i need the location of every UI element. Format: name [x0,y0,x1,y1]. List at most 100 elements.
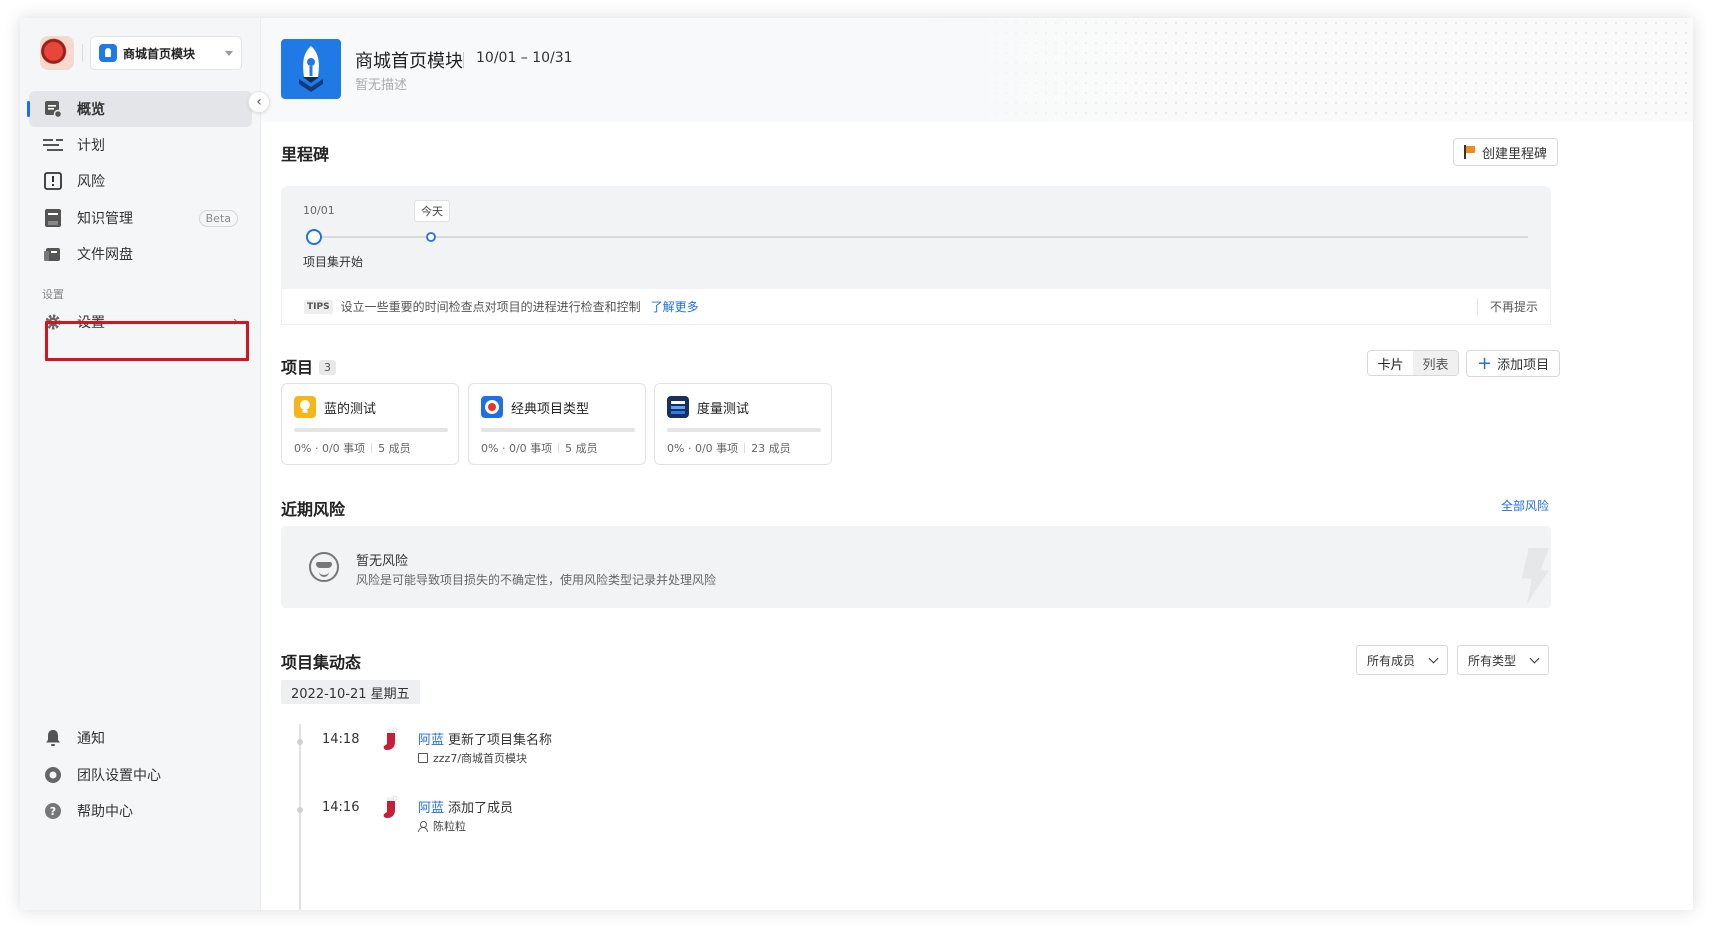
projects-title-text: 项目 [281,358,314,377]
caret-down-icon [225,50,233,56]
tips-text: 设立一些重要的时间检查点对项目的进程进行检查和控制 [340,300,641,314]
page-title: 商城首页模块 [355,51,463,72]
milestone-tips: TIPS 设立一些重要的时间检查点对项目的进程进行检查和控制 了解更多 不再提示 [281,289,1551,325]
today-marker: 今天 [414,200,450,222]
activity-detail: 陈粒粒 [418,818,466,834]
project-name: 度量测试 [697,402,750,417]
detail-text: zzz7/商城首页模块 [433,752,528,765]
app-window: 商城首页模块 概览 计划 风险 知识管理 Beta 文件网盘 设置 设置 → 通… [20,18,1693,910]
user-icon [418,821,428,832]
activity-action: 更新了项目集名称 [448,733,553,748]
projects-count-badge: 3 [319,360,337,375]
activity-title: 项目集动态 [281,653,362,672]
svg-text:?: ? [50,805,56,818]
flag-icon [1464,145,1476,159]
add-project-button[interactable]: + 添加项目 [1466,350,1561,377]
dropdown-label: 所有成员 [1367,653,1416,668]
divider [82,44,83,62]
sunglasses-face-icon [309,552,339,582]
nav-label: 计划 [77,138,105,154]
activity-date: 2022-10-21 星期五 [281,680,420,704]
rocket-icon [299,46,323,92]
workspace-selector[interactable]: 商城首页模块 [90,36,242,70]
activity-time: 14:16 [322,800,360,815]
plan-icon [43,135,63,155]
activity-entry: 14:16 阿蓝 添加了成员 陈粒粒 [281,795,881,837]
nav-item-plan[interactable]: 计划 [29,127,252,163]
nav-label: 设置 [77,315,105,331]
types-filter-dropdown[interactable]: 所有类型 [1457,645,1549,675]
milestone-timeline: 10/01 今天 项目集开始 [281,186,1551,289]
tips-badge: TIPS [304,299,333,314]
nav-item-files[interactable]: 文件网盘 [29,236,252,272]
nav-item-overview[interactable]: 概览 [27,91,252,127]
all-risks-link[interactable]: 全部风险 [1501,497,1549,514]
sidebar: 商城首页模块 概览 计划 风险 知识管理 Beta 文件网盘 设置 设置 → 通… [20,18,261,910]
activity-action: 添加了成员 [448,801,514,816]
divider [463,52,464,68]
project-card[interactable]: 蓝的测试 0% · 0/0 事项 5 成员 [281,383,459,465]
nav-label: 风险 [77,174,105,190]
stocking-avatar-icon[interactable] [381,795,401,821]
members-filter-dropdown[interactable]: 所有成员 [1356,645,1448,675]
members-text: 5 成员 [378,442,411,455]
collapse-sidebar-button[interactable]: ‹ [248,91,270,113]
date-range: 10/01 – 10/31 [476,50,573,66]
view-list-tab[interactable]: 列表 [1413,351,1458,375]
lightning-icon [1521,548,1549,604]
activity-detail: zzz7/商城首页模块 [418,750,527,766]
nav-item-risk[interactable]: 风险 [29,163,252,199]
progress-bar [481,428,635,432]
page-description[interactable]: 暂无描述 [355,74,407,93]
detail-text: 陈粒粒 [433,820,466,833]
user-link[interactable]: 阿蓝 [418,729,444,748]
copy-icon [418,753,428,763]
chevron-down-icon [1529,653,1540,663]
dropdown-label: 所有类型 [1468,653,1517,668]
team-avatar[interactable] [40,36,74,70]
stocking-avatar-icon[interactable] [381,727,401,753]
nav-item-help[interactable]: ? 帮助中心 [29,794,252,828]
button-label: 创建里程碑 [1482,146,1548,162]
members-text: 23 成员 [751,442,791,455]
create-milestone-button[interactable]: 创建里程碑 [1453,138,1559,166]
layers-icon [667,396,689,418]
activity-time: 14:18 [322,732,360,747]
dismiss-tips-button[interactable]: 不再提示 [1476,298,1538,315]
project-card[interactable]: 度量测试 0% · 0/0 事项 23 成员 [654,383,832,465]
progress-text: 0% [481,442,499,455]
target-icon [481,396,503,418]
progress-bar [294,428,448,432]
progress-bar [667,428,821,432]
risk-empty-state: 暂无风险 风险是可能导致项目损失的不确定性，使用风险类型记录并处理风险 [281,526,1551,608]
folder-icon [43,244,63,264]
start-date-label: 10/01 [303,204,335,217]
learn-more-link[interactable]: 了解更多 [651,298,699,315]
user-link[interactable]: 阿蓝 [418,797,444,816]
project-card[interactable]: 经典项目类型 0% · 0/0 事项 5 成员 [468,383,646,465]
button-label: 添加项目 [1497,358,1550,373]
book-icon [43,208,63,228]
bulb-icon [294,396,316,418]
nav-label: 通知 [77,731,105,747]
nav-item-knowledge[interactable]: 知识管理 Beta [29,200,252,236]
progress-text: 0% [294,442,312,455]
workspace-name: 商城首页模块 [123,46,196,61]
project-meta: 0% · 0/0 事项 5 成员 [294,442,411,455]
gear-icon [43,312,63,332]
projects-title: 项目 3 [281,354,337,378]
activity-entry: 14:18 阿蓝 更新了项目集名称 zzz7/商城首页模块 [281,727,881,769]
divider [744,443,746,453]
nav-item-team-settings[interactable]: 团队设置中心 [29,758,252,792]
progress-text: 0% [667,442,685,455]
items-text: 0/0 事项 [508,442,553,455]
milestone-title: 里程碑 [281,145,330,164]
nav-item-settings[interactable]: 设置 → [29,304,252,340]
project-meta: 0% · 0/0 事项 23 成员 [667,442,791,455]
bell-icon [43,728,63,748]
nav-label: 文件网盘 [77,247,133,263]
nav-item-notifications[interactable]: 通知 [29,721,252,755]
view-card-tab[interactable]: 卡片 [1368,351,1413,375]
chevron-left-icon: ‹ [256,94,262,110]
members-text: 5 成员 [565,442,598,455]
